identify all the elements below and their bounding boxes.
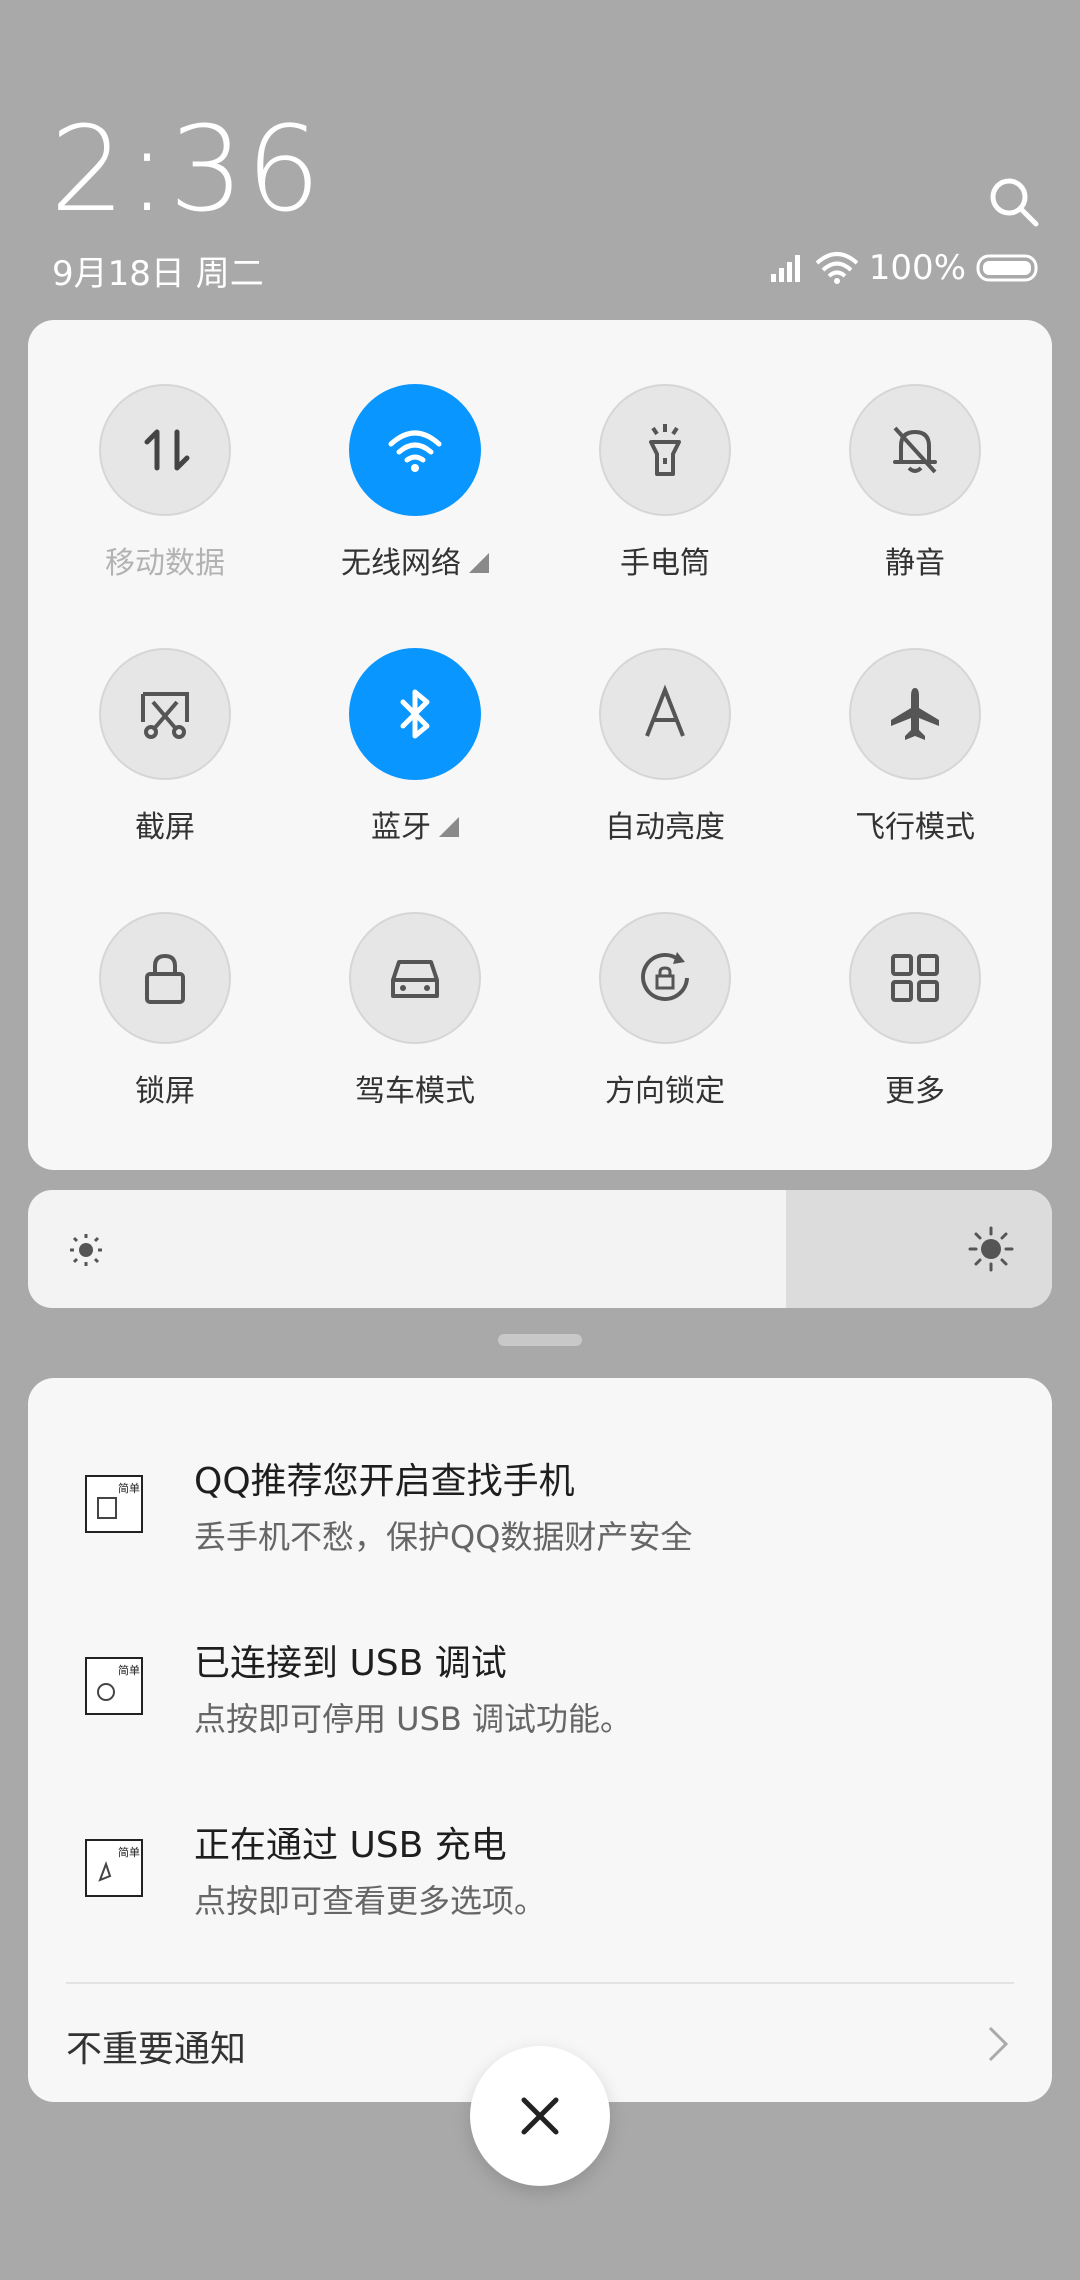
date-text: 9月18日 周二 (52, 254, 264, 294)
quick-tile-rotation-lock[interactable]: 方向锁定 (540, 912, 790, 1152)
quick-tile-label: 方向锁定 (540, 1066, 790, 1110)
quick-tile-button[interactable] (599, 384, 731, 516)
quick-tile-car[interactable]: 驾车模式 (290, 912, 540, 1152)
car-icon (391, 960, 439, 998)
notification-panel: 简单 QQ推荐您开启查找手机 丢手机不愁，保护QQ数据财产安全 简单 已连接到 … (28, 1378, 1052, 2102)
quick-tile-wifi[interactable]: 无线网络 (290, 384, 540, 624)
brightness-high-icon (968, 1226, 1014, 1272)
rotation-lock-icon (641, 952, 689, 1001)
quick-tile-button[interactable] (599, 648, 731, 780)
flashlight-icon (649, 424, 681, 476)
lock-icon (145, 953, 185, 1004)
quick-tile-label-text: 手电筒 (620, 546, 710, 581)
quick-tile-screenshot[interactable]: 截屏 (40, 648, 290, 888)
grid-icon (891, 954, 939, 1002)
quick-tile-label: 驾车模式 (290, 1066, 540, 1110)
drag-handle[interactable] (498, 1334, 582, 1346)
quick-tile-lock[interactable]: 锁屏 (40, 912, 290, 1152)
quick-tile-label-text: 移动数据 (105, 546, 225, 581)
quick-tile-button[interactable] (349, 648, 481, 780)
quick-tile-label: 飞行模式 (790, 802, 1040, 846)
quick-tile-button[interactable] (99, 648, 231, 780)
quick-tile-label-text: 蓝牙 (371, 810, 431, 845)
quick-tile-flashlight[interactable]: 手电筒 (540, 384, 790, 624)
app-icon: 简单 (85, 1475, 143, 1533)
quick-tile-label: 自动亮度 (540, 802, 790, 846)
expand-triangle-icon[interactable] (469, 553, 489, 573)
notification-title: 正在通过 USB 充电 (194, 1825, 507, 1866)
mobile-data-icon (144, 429, 190, 471)
quick-tile-label-text: 更多 (885, 1074, 945, 1109)
svg-text:简单: 简单 (118, 1663, 140, 1677)
expand-triangle-icon[interactable] (439, 817, 459, 837)
signal-icon (770, 255, 800, 282)
quick-tile-grid[interactable]: 更多 (790, 912, 1040, 1152)
brightness-low-icon (70, 1234, 102, 1266)
quick-settings-panel: 移动数据 无线网络 手电筒 静音截屏 蓝牙 自动亮度 飞行模式锁屏 驾车模式 方向锁定 更多 (28, 320, 1052, 1170)
auto-brightness-icon (645, 684, 685, 737)
clock-time: 2:36 (50, 100, 323, 238)
quick-tile-button[interactable] (849, 648, 981, 780)
quick-tile-label: 截屏 (40, 802, 290, 846)
quick-tile-label: 手电筒 (540, 538, 790, 582)
quick-tile-airplane[interactable]: 飞行模式 (790, 648, 1040, 888)
wifi-icon (388, 430, 442, 472)
minor-notifications-link[interactable]: 不重要通知 (66, 2020, 246, 2072)
chevron-right-icon[interactable] (982, 2024, 1012, 2064)
notification-body: 点按即可查看更多选项。 (194, 1882, 547, 1920)
quick-tile-label: 蓝牙 (290, 802, 540, 846)
quick-tile-button[interactable] (599, 912, 731, 1044)
airplane-icon (891, 688, 939, 740)
silent-bell-icon (893, 426, 937, 474)
quick-tile-label-text: 截屏 (135, 810, 195, 845)
quick-tile-label: 静音 (790, 538, 1040, 582)
quick-tile-button[interactable] (349, 384, 481, 516)
quick-tile-button[interactable] (849, 912, 981, 1044)
app-icon: 简单 (85, 1657, 143, 1715)
close-icon (521, 2097, 559, 2135)
quick-tile-label-text: 自动亮度 (605, 810, 725, 845)
quick-tile-label-text: 锁屏 (135, 1074, 195, 1109)
quick-tile-button[interactable] (849, 384, 981, 516)
clear-all-button[interactable] (470, 2046, 610, 2186)
brightness-slider[interactable] (28, 1190, 1052, 1308)
notification-body: 点按即可停用 USB 调试功能。 (194, 1700, 633, 1738)
quick-tile-label-text: 飞行模式 (855, 810, 975, 845)
svg-text:简单: 简单 (118, 1845, 140, 1859)
search-icon[interactable] (986, 174, 1042, 230)
quick-tile-auto-brightness[interactable]: 自动亮度 (540, 648, 790, 888)
svg-text:简单: 简单 (118, 1481, 140, 1495)
wifi-status-icon (815, 252, 859, 284)
quick-tile-button[interactable] (349, 912, 481, 1044)
divider (66, 1982, 1014, 1984)
quick-tile-label-text: 无线网络 (341, 546, 461, 581)
quick-tile-label: 更多 (790, 1066, 1040, 1110)
notification-title: 已连接到 USB 调试 (194, 1643, 507, 1684)
quick-tile-label-text: 静音 (885, 546, 945, 581)
notification-title: QQ推荐您开启查找手机 (194, 1461, 575, 1502)
notification-body: 丢手机不愁，保护QQ数据财产安全 (194, 1518, 693, 1556)
status-bar: 100% (769, 248, 1040, 288)
battery-percent: 100% (868, 248, 966, 288)
battery-icon (976, 254, 1038, 282)
quick-tile-label: 锁屏 (40, 1066, 290, 1110)
app-icon: 简单 (85, 1839, 143, 1897)
quick-tile-mobile-data[interactable]: 移动数据 (40, 384, 290, 624)
quick-tile-label: 移动数据 (40, 538, 290, 582)
notification-item[interactable]: 简单 QQ推荐您开启查找手机 丢手机不愁，保护QQ数据财产安全 (28, 1442, 1052, 1592)
quick-tile-bluetooth[interactable]: 蓝牙 (290, 648, 540, 888)
notification-item[interactable]: 简单 正在通过 USB 充电 点按即可查看更多选项。 (28, 1806, 1052, 1956)
bluetooth-icon (400, 689, 430, 739)
quick-tile-label-text: 驾车模式 (355, 1074, 475, 1109)
quick-tile-silent-bell[interactable]: 静音 (790, 384, 1040, 624)
screenshot-icon (141, 692, 189, 739)
quick-tile-label: 无线网络 (290, 538, 540, 582)
quick-tile-button[interactable] (99, 384, 231, 516)
quick-tile-button[interactable] (99, 912, 231, 1044)
quick-tile-label-text: 方向锁定 (605, 1074, 725, 1109)
notification-item[interactable]: 简单 已连接到 USB 调试 点按即可停用 USB 调试功能。 (28, 1624, 1052, 1774)
